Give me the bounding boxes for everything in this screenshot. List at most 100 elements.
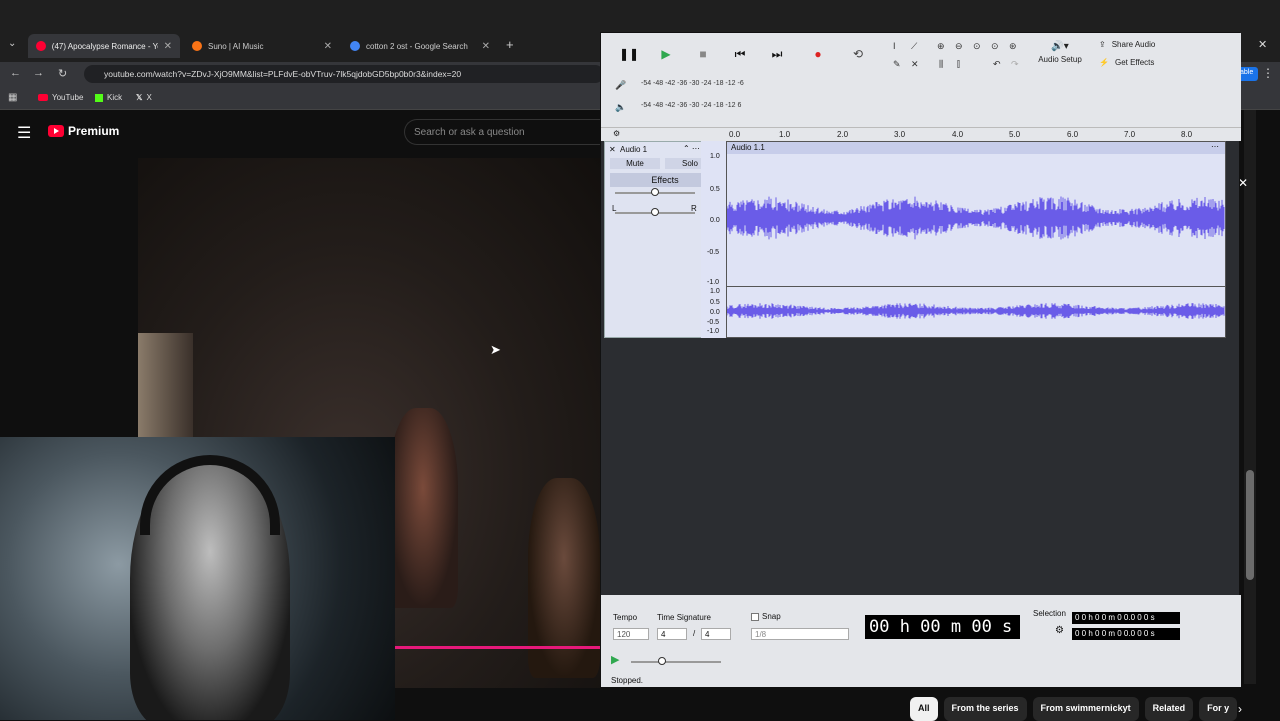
- play-button[interactable]: ▶: [652, 41, 680, 67]
- back-icon[interactable]: ←: [10, 67, 21, 79]
- chip-channel[interactable]: From swimmernickyt: [1032, 697, 1139, 721]
- close-track-icon[interactable]: ✕: [609, 145, 616, 154]
- waveform-area[interactable]: Audio 1.1 ⋯: [726, 141, 1226, 338]
- speed-slider-thumb[interactable]: [658, 657, 666, 665]
- extension-badge[interactable]: able: [1238, 67, 1258, 81]
- close-tab-icon[interactable]: ✕: [164, 41, 172, 52]
- track-name[interactable]: Audio 1: [620, 145, 647, 154]
- gain-slider[interactable]: [615, 188, 695, 196]
- selection-tool-icon[interactable]: I: [893, 41, 896, 51]
- record-meter[interactable]: -54 -48 -42 -36 -30 -24 -18 -12 -6: [631, 80, 791, 94]
- youtube-favicon-icon: [36, 41, 46, 51]
- video-figure: [388, 408, 458, 608]
- playback-speed-slider[interactable]: [631, 657, 721, 665]
- zoom-in-icon[interactable]: ⊕: [937, 41, 945, 52]
- skip-end-button[interactable]: ⏭: [763, 41, 791, 67]
- zoom-selection-icon[interactable]: ⊙: [973, 41, 981, 52]
- tempo-input[interactable]: 120: [613, 628, 649, 640]
- multi-tool-icon[interactable]: ✕: [911, 59, 919, 70]
- silence-icon[interactable]: ⫿: [957, 59, 960, 70]
- chip-for-you[interactable]: For y: [1199, 697, 1238, 721]
- tempo-label: Tempo: [613, 613, 638, 622]
- audio-setup-button[interactable]: 🔊▾ Audio Setup: [1037, 41, 1083, 64]
- bookmark-kick[interactable]: Kick: [95, 93, 122, 102]
- close-tab-icon[interactable]: ✕: [482, 41, 490, 52]
- get-effects-button[interactable]: ⚡ Get Effects: [1099, 58, 1154, 67]
- plug-icon: ⚡: [1099, 58, 1109, 67]
- bookmark-x[interactable]: 𝕏 X: [136, 93, 152, 102]
- pan-slider[interactable]: [615, 208, 695, 216]
- timeline-settings-icon[interactable]: ⚙: [613, 129, 620, 138]
- loop-button[interactable]: ⟲: [844, 41, 872, 67]
- scrollbar-thumb[interactable]: [1246, 470, 1254, 580]
- menu-icon[interactable]: ☰: [17, 123, 31, 143]
- scale-label: -0.5: [707, 249, 720, 256]
- record-meter-ticks: -54 -48 -42 -36 -30 -24 -18 -12 -6: [641, 80, 744, 87]
- pan-slider-thumb[interactable]: [651, 208, 659, 216]
- ruler-tick: 8.0: [1181, 130, 1193, 139]
- draw-tool-icon[interactable]: ✎: [893, 59, 901, 70]
- redo-icon[interactable]: ↷: [1011, 59, 1019, 70]
- browser-menu-icon[interactable]: ⋮: [1262, 66, 1274, 80]
- scale-label: 1.0: [710, 288, 720, 295]
- close-window-icon[interactable]: ✕: [1258, 38, 1267, 51]
- pause-button[interactable]: ❚❚: [615, 41, 643, 67]
- share-audio-label: Share Audio: [1111, 40, 1156, 49]
- undo-icon[interactable]: ↶: [993, 59, 1001, 70]
- chip-series[interactable]: From the series: [943, 697, 1027, 721]
- audacity-toolbar: ❚❚ ▶ ■ ⏮ ⏭ ● ⟲ I ⟋ ✎ ✕ ⊕ ⊖ ⊙ ⊙ ⊛ ⫼ ⫿ ↶ ↷…: [601, 33, 1241, 127]
- tab-list-chevron-icon[interactable]: ⌄: [8, 38, 16, 49]
- ruler-tick: 3.0: [894, 130, 906, 139]
- search-input[interactable]: Search or ask a question: [404, 119, 604, 145]
- zoom-fit-icon[interactable]: ⊙: [991, 41, 999, 52]
- bookmark-youtube[interactable]: YouTube: [38, 93, 83, 102]
- playback-meter[interactable]: -54 -48 -42 -36 -30 -24 -18 -12 6: [631, 102, 791, 116]
- forward-icon[interactable]: →: [33, 67, 44, 79]
- tab-title: (47) Apocalypse Romance - Yo: [51, 41, 158, 51]
- tab-google-search[interactable]: cotton 2 ost - Google Search ✕: [342, 34, 498, 58]
- record-button[interactable]: ●: [804, 41, 832, 67]
- reload-icon[interactable]: ↻: [58, 67, 67, 80]
- mouse-cursor-icon: ➤: [490, 342, 501, 357]
- share-audio-button[interactable]: ⇪ Share Audio: [1099, 40, 1155, 49]
- time-signature-numerator[interactable]: 4: [657, 628, 687, 640]
- envelope-tool-icon[interactable]: ⟋: [911, 41, 917, 52]
- scale-label: 0.0: [710, 217, 720, 224]
- timeline-ruler[interactable]: ⚙ 0.0 1.0 2.0 3.0 4.0 5.0 6.0 7.0 8.0: [601, 127, 1241, 141]
- ruler-tick: 5.0: [1009, 130, 1021, 139]
- selection-start[interactable]: 0 0 h 0 0 m 0 0.0 0 0 s: [1072, 612, 1180, 624]
- waveform-svg: [727, 196, 1225, 319]
- snap-select[interactable]: 1/8: [751, 628, 849, 640]
- zoom-toggle-icon[interactable]: ⊛: [1009, 41, 1017, 52]
- chips-next-icon[interactable]: ›: [1238, 702, 1242, 716]
- time-display[interactable]: 00 h 00 m 00 s: [865, 615, 1020, 639]
- time-signature-denominator[interactable]: 4: [701, 628, 731, 640]
- zoom-out-icon[interactable]: ⊖: [955, 41, 963, 52]
- selection-end[interactable]: 0 0 h 0 0 m 0 0.0 0 0 s: [1072, 628, 1180, 640]
- tab-suno[interactable]: Suno | AI Music ✕: [184, 34, 340, 58]
- close-tab-icon[interactable]: ✕: [324, 41, 332, 52]
- track-menu-icon[interactable]: ⌃ ⋯: [683, 144, 700, 153]
- page-scrollbar[interactable]: [1244, 110, 1256, 684]
- play-at-speed-button[interactable]: ▶: [611, 653, 619, 666]
- apps-grid-icon[interactable]: ▦: [8, 92, 17, 103]
- speaker-meter-icon[interactable]: 🔈: [615, 102, 626, 113]
- gain-slider-thumb[interactable]: [651, 188, 659, 196]
- chip-all[interactable]: All: [910, 697, 938, 721]
- chip-related[interactable]: Related: [1144, 697, 1194, 721]
- trim-icon[interactable]: ⫼: [939, 59, 943, 70]
- url-field[interactable]: youtube.com/watch?v=ZDvJ-XjO9MM&list=PLF…: [84, 65, 604, 83]
- mute-button[interactable]: Mute: [610, 158, 660, 169]
- snap-checkbox[interactable]: [751, 613, 759, 621]
- youtube-logo-icon: [48, 125, 64, 137]
- tab-youtube[interactable]: (47) Apocalypse Romance - Yo ✕: [28, 34, 180, 58]
- stop-button[interactable]: ■: [689, 41, 717, 67]
- skip-start-button[interactable]: ⏮: [726, 41, 754, 67]
- time-signature-label: Time Signature: [657, 613, 711, 622]
- new-tab-icon[interactable]: +: [506, 37, 514, 52]
- selection-settings-icon[interactable]: ⚙: [1055, 625, 1064, 636]
- mic-icon[interactable]: 🎤: [615, 80, 626, 91]
- youtube-premium-logo[interactable]: Premium: [48, 124, 119, 138]
- video-progress-bar[interactable]: [395, 646, 600, 649]
- scale-label: -1.0: [707, 279, 720, 286]
